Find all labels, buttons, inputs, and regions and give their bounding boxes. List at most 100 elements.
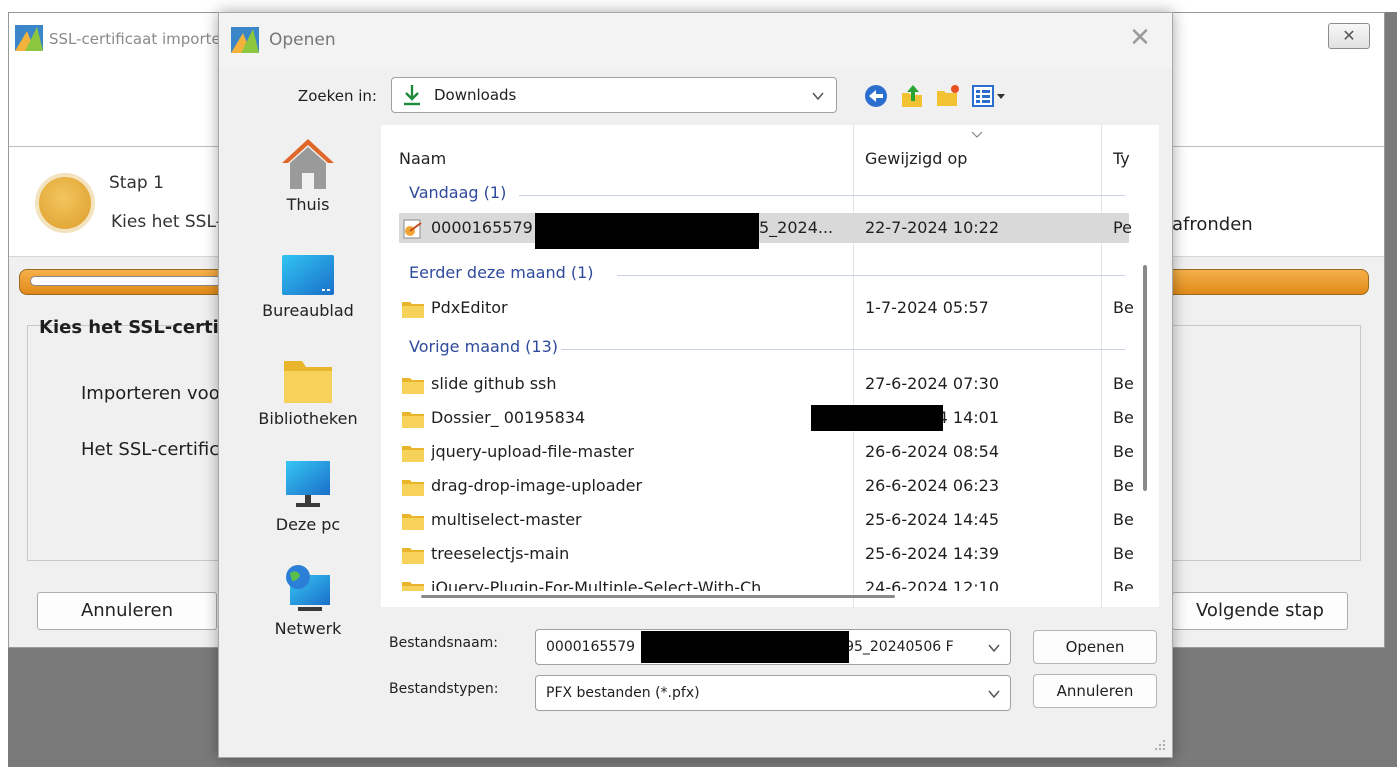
step-number: Stap 1 [109,173,164,193]
wizard-title: SSL-certificaat importeren [49,30,221,48]
wizard-next-button[interactable]: Volgende stap [1172,592,1348,630]
section-title: Kies het SSL-certificaat [39,317,221,338]
place-home[interactable]: Thuis [237,135,379,214]
file-date: 22-7-2024 10:22 [865,218,999,237]
file-row-folder[interactable]: jquery-upload-file-master 26-6-2024 08:5… [399,437,1133,467]
resize-grip-icon[interactable] [1154,739,1166,751]
certificate-text: Het SSL-certificaat [81,439,221,460]
group-header-earlier-this-month[interactable]: Eerder deze maand (1) [409,263,593,282]
clipped-row-container: jQuery-Plugin-For-Multiple-Select-With-C… [381,573,1159,591]
dialog-title: Openen [269,30,336,50]
desktop-icon [282,255,334,295]
file-date: 26-6-2024 06:23 [865,476,999,495]
file-row-folder[interactable]: treeselectjs-main 25-6-2024 14:39 Be [399,539,1133,569]
up-folder-icon[interactable] [899,83,925,109]
folder-icon [402,446,424,462]
place-desktop[interactable]: Bureaublad [237,249,379,320]
redaction-block [811,405,943,431]
file-date: 1-7-2024 05:57 [865,298,989,317]
chevron-down-icon [988,644,1000,653]
place-libraries[interactable]: Bibliotheken [237,353,379,428]
wizard-cancel-button[interactable]: Annuleren [37,592,217,630]
look-in-label: Zoeken in: [297,87,377,105]
filename-label: Bestandsnaam: [389,635,499,651]
back-icon[interactable] [863,83,889,109]
file-date: 27-6-2024 07:30 [865,374,999,393]
file-date: 25-6-2024 14:45 [865,510,999,529]
file-type: Pe [1113,218,1132,237]
file-row-folder[interactable]: slide github ssh 27-6-2024 07:30 Be [399,369,1133,399]
progress-track [30,276,230,286]
step-indicator-circle [35,173,95,233]
places-bar: Thuis Bureaublad Bibliotheken Deze pc Ne… [237,125,379,645]
file-date: 26-6-2024 08:54 [865,442,999,461]
chevron-down-icon [812,92,824,101]
file-row-folder[interactable]: jQuery-Plugin-For-Multiple-Select-With-C… [399,573,1133,591]
open-file-dialog: Openen ✕ Zoeken in: Downloads Thuis Bure… [218,12,1173,758]
filetype-value: PFX bestanden (*.pfx) [546,685,700,701]
group-divider [617,275,1125,276]
file-type: Be [1113,476,1133,495]
place-network[interactable]: Netwerk [237,561,379,638]
column-header-name[interactable]: Naam [399,149,446,168]
dialog-close-button[interactable]: ✕ [1122,23,1158,55]
horizontal-scrollbar[interactable] [421,595,895,598]
app-icon [15,25,43,51]
file-row-pdxeditor[interactable]: PdxEditor 1-7-2024 05:57 Be [399,293,1133,323]
file-name: multiselect-master [431,510,582,529]
import-for-text: Importeren voor [81,383,221,404]
app-icon [231,27,259,53]
group-divider [561,349,1125,350]
folder-icon [402,514,424,530]
file-row-certificate[interactable]: 0000165579 95_2024... 22-7-2024 10:22 Pe [399,213,1132,243]
file-type: Be [1113,510,1133,529]
open-button[interactable]: Openen [1033,630,1157,664]
file-type: Be [1113,374,1133,393]
folder-icon [402,378,424,394]
dialog-titlebar: Openen ✕ [219,13,1172,69]
file-row-folder[interactable]: multiselect-master 25-6-2024 14:45 Be [399,505,1133,535]
computer-icon [286,461,330,507]
download-arrow-icon [404,85,420,106]
dialog-cancel-button[interactable]: Annuleren [1033,674,1157,708]
column-header-type[interactable]: Ty [1113,149,1139,168]
file-type: Be [1113,544,1133,563]
file-name: slide github ssh [431,374,557,393]
file-name: jQuery-Plugin-For-Multiple-Select-With-C… [431,578,777,591]
new-folder-icon[interactable] [935,83,961,109]
look-in-value: Downloads [434,86,517,104]
group-header-today[interactable]: Vandaag (1) [409,183,506,202]
folder-icon [402,412,424,428]
file-type: Be [1113,408,1133,427]
sort-chevron-icon [971,131,983,138]
file-name: treeselectjs-main [431,544,570,563]
vertical-scrollbar[interactable] [1143,265,1147,491]
home-icon [282,139,334,189]
wizard-close-button[interactable]: ✕ [1328,23,1370,49]
file-type: Be [1113,442,1133,461]
redaction-block [641,631,849,663]
desktop-top-strip [0,0,1397,12]
view-menu-icon[interactable] [971,83,1011,109]
file-row-folder[interactable]: drag-drop-image-uploader 26-6-2024 06:23… [399,471,1133,501]
look-in-dropdown[interactable]: Downloads [391,77,837,113]
close-icon: ✕ [1342,26,1356,45]
desktop-left-strip [0,0,8,767]
step-description: Kies het SSL-certificaat [111,212,229,232]
filetype-label: Bestandstypen: [389,681,499,697]
redaction-block [535,213,759,249]
group-header-last-month[interactable]: Vorige maand (13) [409,337,558,356]
chevron-down-icon [988,690,1000,699]
certificate-file-icon [403,219,422,239]
file-type: Be [1113,578,1133,591]
folder-icon [402,480,424,496]
file-list[interactable]: Naam Gewijzigd op Ty Vandaag (1) 0000165… [381,125,1159,607]
filetype-dropdown[interactable]: PFX bestanden (*.pfx) [535,675,1011,711]
network-icon [286,565,330,611]
file-row-folder[interactable]: Dossier_ 00195834 26-6-2024 14:01 Be [399,403,1133,433]
file-name: PdxEditor [431,298,508,317]
column-header-modified[interactable]: Gewijzigd op [865,149,967,168]
step-finish-label: afronden [1172,214,1253,235]
file-date: 24-6-2024 12:10 [865,578,999,591]
place-this-pc[interactable]: Deze pc [237,457,379,534]
